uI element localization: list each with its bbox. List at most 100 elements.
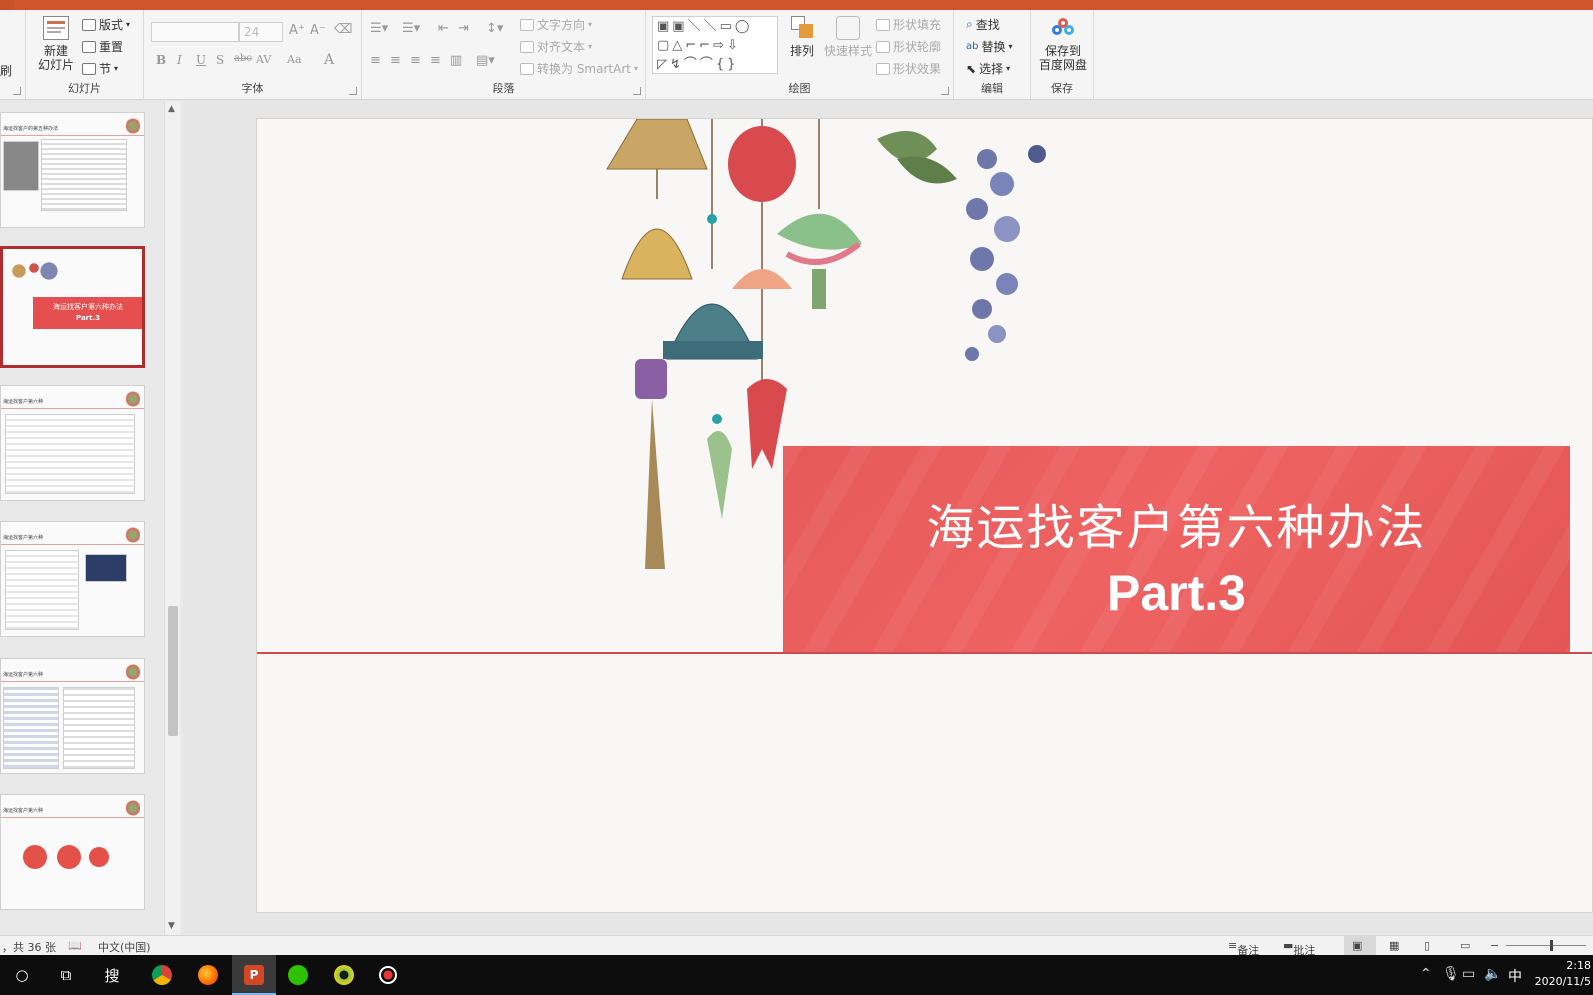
sogou-icon[interactable]: 搜: [100, 963, 124, 987]
grow-font-icon[interactable]: A⁺: [289, 23, 305, 38]
increase-indent-icon[interactable]: ⇥: [458, 21, 469, 36]
network-icon[interactable]: ▭: [1462, 966, 1475, 982]
bullets-icon[interactable]: ☰▾: [370, 21, 388, 36]
cloud-icon: [1050, 16, 1076, 40]
quick-styles-icon: [836, 16, 860, 40]
current-slide[interactable]: 海运找客户第六种办法 Part.3: [256, 118, 1593, 913]
shrink-font-icon[interactable]: A⁻: [310, 23, 326, 38]
paragraph-launcher[interactable]: [633, 87, 641, 95]
thumbnail-slide-selected[interactable]: 海运找客户第六种办法 Part.3: [0, 246, 145, 368]
font-launcher[interactable]: [349, 87, 357, 95]
font-color-button[interactable]: A: [324, 52, 334, 68]
search-circle-icon[interactable]: ○: [10, 963, 34, 987]
slides-group: 新建 幻灯片 版式 ▾ 重置 节 ▾ 幻灯片: [26, 10, 144, 100]
section-button[interactable]: 节 ▾: [82, 60, 118, 77]
change-case-button[interactable]: Aa: [287, 53, 302, 66]
shape-outline-button[interactable]: 形状轮廓: [876, 38, 941, 55]
thumbnail-title: 海运找客户的第五种办法: [3, 126, 59, 132]
numbering-icon[interactable]: ☰▾: [402, 21, 420, 36]
paint-bucket-icon: [876, 18, 890, 31]
shape-fill-label: 形状填充: [893, 18, 942, 32]
quick-styles-button[interactable]: 快速样式: [824, 16, 872, 58]
thumbnail-banner-subtitle: Part.3: [76, 314, 100, 322]
cursor-icon: ⬉: [966, 61, 977, 76]
slideshow-icon[interactable]: ▭: [1460, 939, 1470, 952]
thumbnail-slide[interactable]: 海运找客户第六种: [0, 521, 145, 637]
scroll-up-icon[interactable]: ▲: [168, 104, 175, 114]
zoom-out-icon[interactable]: −: [1490, 939, 1499, 952]
scroll-down-icon[interactable]: ▼: [168, 921, 175, 931]
convert-smartart-label: 转换为 SmartArt: [537, 62, 631, 76]
find-button[interactable]: ⌕ 查找: [966, 16, 1000, 33]
tray-expand-icon[interactable]: ⌃: [1420, 966, 1432, 982]
reading-view-icon[interactable]: ▯: [1424, 939, 1430, 952]
comments-button[interactable]: ▬ 批注: [1283, 939, 1315, 957]
format-painter-button[interactable]: 刷: [0, 62, 12, 79]
zoom-slider-track[interactable]: [1506, 945, 1586, 946]
divider-line: [257, 652, 1592, 654]
notes-button[interactable]: ≡ 备注: [1228, 939, 1259, 957]
justify-icon[interactable]: ≡: [430, 53, 441, 68]
clear-format-icon[interactable]: ⌫: [334, 22, 352, 37]
char-spacing-button[interactable]: AV: [256, 53, 271, 66]
slide-title[interactable]: 海运找客户第六种办法: [783, 488, 1570, 558]
align-right-icon[interactable]: ≡: [410, 53, 421, 68]
italic-button[interactable]: I: [177, 53, 182, 67]
drawing-launcher[interactable]: [941, 87, 949, 95]
font-group-label: 字体: [241, 82, 264, 95]
align-left-icon[interactable]: ≡: [370, 53, 381, 68]
shadow-button[interactable]: S: [216, 53, 224, 67]
browser-360-icon[interactable]: [332, 963, 356, 987]
thumbnail-slide[interactable]: 海运找客户的第五种办法: [0, 112, 145, 228]
slides-group-label: 幻灯片: [68, 82, 101, 95]
spellcheck-icon[interactable]: 📖: [68, 939, 82, 952]
scroll-thumb[interactable]: [168, 606, 178, 736]
font-name-combo[interactable]: [151, 22, 239, 42]
line-spacing-icon[interactable]: ↕▾: [486, 21, 503, 36]
thumbnail-slide[interactable]: 海运找客户第六种: [0, 658, 145, 774]
underline-button[interactable]: U: [196, 53, 206, 67]
zoom-slider-handle[interactable]: [1550, 940, 1553, 951]
quick-styles-label: 快速样式: [824, 44, 873, 58]
wechat-icon[interactable]: [286, 963, 310, 987]
slide-sorter-icon[interactable]: ▦: [1389, 939, 1399, 952]
select-button[interactable]: ⬉ 选择 ▾: [966, 60, 1010, 77]
decrease-indent-icon[interactable]: ⇤: [438, 21, 449, 36]
text-direction-button[interactable]: 文字方向 ▾: [520, 16, 592, 33]
align-text-button[interactable]: 对齐文本 ▾: [520, 38, 592, 55]
reset-button[interactable]: 重置: [82, 38, 123, 55]
convert-smartart-button[interactable]: 转换为 SmartArt ▾: [520, 60, 638, 77]
task-view-icon[interactable]: ⧉: [54, 963, 78, 987]
ime-indicator[interactable]: 中: [1508, 966, 1522, 986]
clock[interactable]: 2:18 2020/11/5: [1530, 958, 1593, 990]
bold-button[interactable]: B: [156, 53, 166, 67]
powerpoint-icon[interactable]: P: [242, 963, 266, 987]
thumbnail-slide[interactable]: 海运找客户第六种: [0, 385, 145, 501]
font-size-combo[interactable]: 24: [239, 22, 283, 42]
title-banner[interactable]: 海运找客户第六种办法 Part.3: [783, 446, 1570, 653]
slide-subtitle[interactable]: Part.3: [783, 564, 1570, 622]
arrange-button[interactable]: 排列: [782, 16, 822, 58]
shapes-gallery[interactable]: ▣▣＼＼▭◯ ▢△⌐⌐⇨⇩ ◸↯⌒⌒{}: [652, 16, 778, 74]
flower-icon: [126, 117, 140, 135]
new-slide-icon: [43, 16, 69, 40]
thumbnail-slide[interactable]: 海运找客户第六种: [0, 794, 145, 910]
strikethrough-button[interactable]: abc: [234, 53, 252, 64]
microphone-icon[interactable]: 🎙: [1442, 966, 1460, 982]
shape-fill-button[interactable]: 形状填充: [876, 16, 941, 33]
replace-button[interactable]: ab 替换 ▾: [966, 38, 1013, 55]
align-center-icon[interactable]: ≡: [390, 53, 401, 68]
columns-icon[interactable]: ▤▾: [476, 53, 495, 68]
distributed-icon[interactable]: ▥: [450, 53, 462, 68]
new-slide-button[interactable]: 新建 幻灯片: [34, 16, 78, 72]
chrome-icon[interactable]: [150, 963, 174, 987]
clipboard-launcher[interactable]: [13, 87, 21, 95]
language-indicator[interactable]: 中文(中国): [98, 939, 151, 955]
firefox-icon[interactable]: [196, 963, 220, 987]
thumbnails-scrollbar[interactable]: ▲ ▼: [164, 101, 180, 935]
record-icon[interactable]: [376, 963, 400, 987]
shape-effects-button[interactable]: 形状效果: [876, 60, 941, 77]
volume-icon[interactable]: 🔈: [1484, 966, 1501, 982]
layout-button[interactable]: 版式 ▾: [82, 16, 130, 33]
save-to-baidu-button[interactable]: 保存到 百度网盘: [1037, 16, 1089, 72]
